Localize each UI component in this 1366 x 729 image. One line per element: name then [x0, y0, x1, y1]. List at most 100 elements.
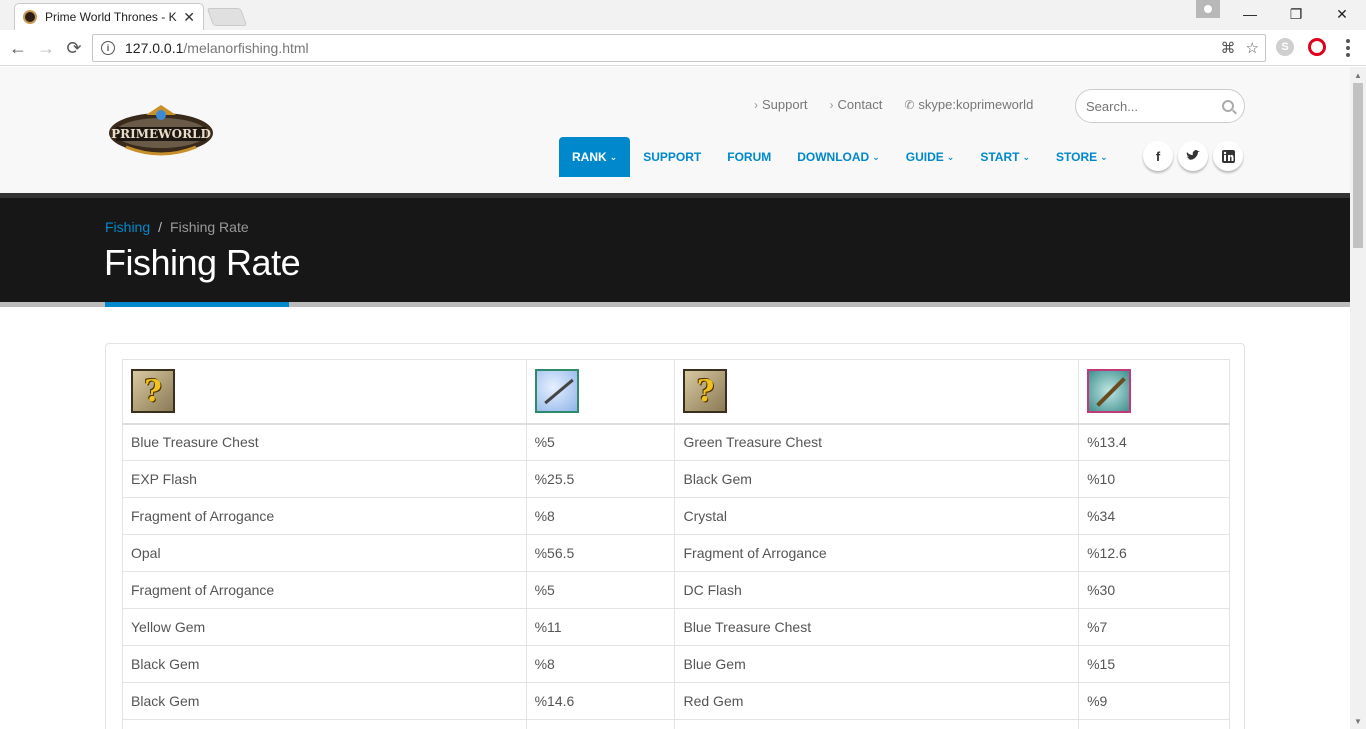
rate-cell: %8 — [525, 497, 676, 535]
item-name-cell: Blue Treasure Chest — [122, 423, 527, 461]
rate-cell: %34 — [1078, 497, 1230, 535]
site-info-icon[interactable]: i — [101, 41, 115, 55]
item-name-cell: Fragment of Arrogance — [122, 497, 527, 535]
scroll-down-arrow-icon[interactable]: ▼ — [1350, 713, 1366, 729]
item-name-cell: Black Gem — [674, 460, 1080, 498]
new-tab-button[interactable] — [206, 8, 248, 26]
table-row-partial — [122, 719, 1230, 729]
nav-rank[interactable]: RANK ⌄ — [559, 137, 631, 177]
chevron-down-icon: ⌄ — [946, 151, 955, 162]
fishing-rate-panel: ? ? Blue Treasure Chest %5 Green Treasur… — [105, 343, 1245, 729]
primeworld-logo[interactable]: PRIMEWORLD — [106, 103, 216, 159]
page-title: Fishing Rate — [104, 242, 301, 283]
nav-forum[interactable]: FORUM — [714, 137, 784, 177]
chevron-down-icon: ⌄ — [609, 151, 618, 162]
url-path: /melanorfishing.html — [183, 40, 309, 56]
rate-cell: %7 — [1078, 608, 1230, 646]
item-name-cell: Blue Gem — [674, 645, 1080, 683]
band-accent-bar — [105, 302, 289, 307]
item-name-cell: Crystal — [674, 497, 1080, 535]
browser-tab-strip: Prime World Thrones - K ✕ — ❐ ✕ — [0, 0, 1366, 30]
search-input[interactable] — [1086, 98, 1222, 114]
forward-button[interactable]: → — [34, 36, 58, 60]
rate-cell: %56.5 — [525, 534, 676, 572]
rate-cell: %10 — [1078, 460, 1230, 498]
table-row: Black Gem %8 Blue Gem %15 — [122, 645, 1230, 683]
nav-guide[interactable]: GUIDE ⌄ — [893, 137, 968, 177]
skype-link[interactable]: ✆ skype:koprimeworld — [904, 97, 1033, 112]
bookmark-star-icon[interactable]: ☆ — [1246, 39, 1259, 57]
site-favicon-icon — [23, 10, 37, 24]
scroll-up-arrow-icon[interactable]: ▲ — [1350, 67, 1366, 83]
nav-start[interactable]: START ⌄ — [967, 137, 1043, 177]
browser-menu-icon[interactable] — [1340, 38, 1356, 58]
chevron-down-icon: ⌄ — [1100, 151, 1108, 162]
opera-extension-icon[interactable] — [1308, 38, 1326, 56]
contact-link[interactable]: › Contact — [830, 97, 883, 112]
item-name-cell: EXP Flash — [122, 460, 527, 498]
breadcrumb-fishing-link[interactable]: Fishing — [105, 219, 150, 235]
top-links: › Support › Contact ✆ skype:koprimeworld — [754, 97, 1033, 112]
url-host: 127.0.0.1 — [125, 40, 184, 56]
breadcrumb-current: Fishing Rate — [170, 219, 249, 235]
user-profile-icon[interactable] — [1196, 0, 1220, 18]
browser-toolbar: ← → ⟳ i 127.0.0.1 /melanorfishing.html ⌘… — [0, 30, 1366, 66]
table-row: Opal %56.5 Fragment of Arrogance %12.6 — [122, 534, 1230, 572]
search-box — [1075, 89, 1245, 123]
restore-button[interactable]: ❐ — [1273, 0, 1319, 28]
rate-cell: %30 — [1078, 571, 1230, 609]
page-scrollbar[interactable]: ▲ ▼ — [1350, 67, 1366, 729]
item-name-cell: Blue Treasure Chest — [674, 608, 1080, 646]
item-name-cell: Red Gem — [674, 682, 1080, 720]
question-box-icon: ? — [131, 369, 175, 414]
nav-store[interactable]: STORE ⌄ — [1043, 137, 1121, 177]
tab-close-icon[interactable]: ✕ — [183, 9, 195, 26]
question-box-icon: ? — [683, 369, 728, 414]
chevron-down-icon: ⌄ — [1022, 151, 1030, 162]
item-name-cell: Yellow Gem — [122, 608, 527, 646]
item-name-cell: DC Flash — [674, 571, 1080, 609]
table-header-row: ? ? — [122, 359, 1230, 425]
table-row: EXP Flash %25.5 Black Gem %10 — [122, 460, 1230, 498]
item-name-cell: Fragment of Arrogance — [674, 534, 1080, 572]
chevron-right-icon: › — [829, 97, 834, 112]
close-window-button[interactable]: ✕ — [1319, 0, 1365, 28]
linkedin-icon[interactable] — [1213, 141, 1243, 171]
rate-cell: %9 — [1078, 682, 1230, 720]
nav-download[interactable]: DOWNLOAD ⌄ — [784, 137, 893, 177]
main-nav: RANK ⌄ SUPPORT FORUM DOWNLOAD ⌄ GUIDE ⌄ STA… — [559, 137, 1121, 177]
support-link[interactable]: › Support — [754, 97, 808, 112]
fishing-rod-icon — [534, 369, 579, 414]
social-links: f — [1143, 141, 1243, 171]
minimize-button[interactable]: — — [1227, 0, 1273, 28]
fishing-rate-table: ? ? Blue Treasure Chest %5 Green Treasur… — [122, 359, 1230, 729]
table-row: Blue Treasure Chest %5 Green Treasure Ch… — [122, 423, 1230, 461]
item-name-cell: Black Gem — [122, 645, 527, 683]
breadcrumb: Fishing / Fishing Rate — [105, 219, 249, 235]
rate-cell: %8 — [525, 645, 676, 683]
logo-text: PRIMEWORLD — [111, 127, 211, 141]
chevron-down-icon: ⌄ — [872, 151, 880, 162]
item-name-cell: Black Gem — [122, 682, 527, 720]
golden-fishing-rod-icon — [1087, 369, 1132, 414]
skype-extension-icon[interactable]: S — [1276, 38, 1294, 56]
twitter-icon[interactable] — [1178, 141, 1208, 171]
browser-tab[interactable]: Prime World Thrones - K ✕ — [14, 3, 204, 30]
rate-cell: %12.6 — [1078, 534, 1230, 572]
address-bar[interactable]: i 127.0.0.1 /melanorfishing.html ⌘ ☆ — [92, 34, 1266, 62]
facebook-icon[interactable]: f — [1143, 141, 1173, 171]
reload-button[interactable]: ⟳ — [62, 36, 86, 60]
translate-icon[interactable]: ⌘ — [1221, 39, 1236, 57]
page-viewport: PRIMEWORLD › Support › Contact ✆ skype:k… — [0, 67, 1350, 729]
scroll-thumb[interactable] — [1353, 83, 1363, 248]
item-name-cell: Green Treasure Chest — [674, 423, 1080, 461]
item-name-cell: Fragment of Arrogance — [122, 571, 527, 609]
search-icon[interactable] — [1222, 100, 1234, 112]
rate-cell: %13.4 — [1078, 423, 1230, 461]
nav-support[interactable]: SUPPORT — [630, 137, 714, 177]
back-button[interactable]: ← — [6, 36, 30, 60]
rate-cell: %25.5 — [525, 460, 676, 498]
tab-title: Prime World Thrones - K — [45, 10, 177, 24]
rate-cell: %5 — [525, 571, 676, 609]
item-name-cell: Opal — [122, 534, 527, 572]
